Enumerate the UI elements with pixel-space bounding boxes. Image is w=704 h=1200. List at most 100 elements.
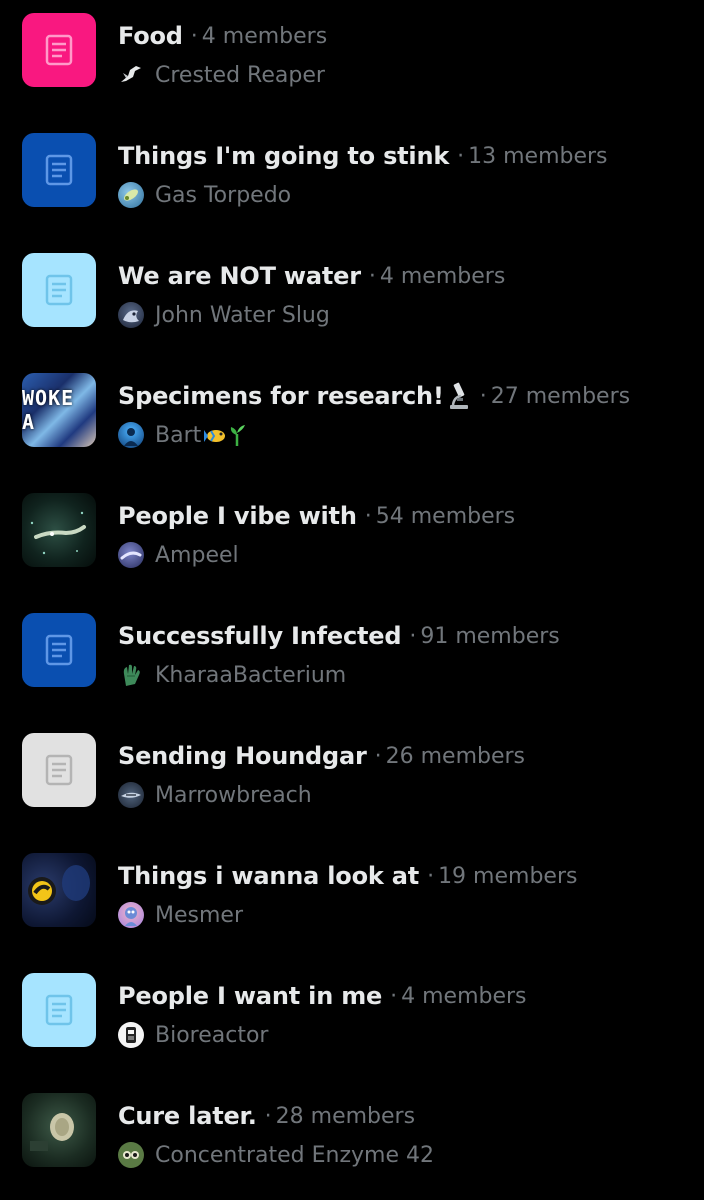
list-owner[interactable]: Crested Reaper xyxy=(118,58,325,92)
avatar xyxy=(118,1142,144,1168)
avatar xyxy=(118,182,144,208)
enzyme-image xyxy=(30,1113,74,1151)
separator-dot: · xyxy=(479,383,487,409)
member-count: 54 members xyxy=(375,503,516,529)
list-item-things-i-wanna-look-at[interactable]: Things i wanna look at · 19 members Mesm… xyxy=(0,840,704,960)
separator-dot: · xyxy=(457,143,465,169)
list-item-food[interactable]: Food · 4 members Crested Reaper xyxy=(0,0,704,120)
list-name: Food xyxy=(118,22,183,50)
list-thumbnail xyxy=(22,973,96,1047)
list-icon xyxy=(45,634,73,666)
list-thumbnail xyxy=(22,253,96,327)
list-item-we-are-not-water[interactable]: We are NOT water · 4 members John Water … xyxy=(0,240,704,360)
list-owner[interactable]: Gas Torpedo xyxy=(118,178,291,212)
list-owner[interactable]: Mesmer xyxy=(118,898,243,932)
member-count: 27 members xyxy=(490,383,631,409)
member-count: 4 members xyxy=(379,263,506,289)
list-item-specimens-for-research[interactable]: WOKE A Specimens for research! · 27 memb… xyxy=(0,360,704,480)
lists-list: Food · 4 members Crested Reaper Things I… xyxy=(0,0,704,1199)
list-icon xyxy=(45,34,73,66)
owner-name: Gas Torpedo xyxy=(155,182,292,208)
member-count: 4 members xyxy=(201,23,328,49)
owner-name: Bioreactor xyxy=(155,1022,269,1048)
member-count: 26 members xyxy=(385,743,526,769)
owner-name: John Water Slug xyxy=(155,302,330,328)
avatar xyxy=(118,542,144,568)
woke-thumbnail-text: WOKE A xyxy=(22,386,75,434)
list-title-line: Specimens for research! · 27 members xyxy=(118,378,630,414)
list-owner[interactable]: Concentrated Enzyme 42 xyxy=(118,1138,434,1172)
avatar xyxy=(118,422,144,448)
list-owner[interactable]: Marrowbreach xyxy=(118,778,312,812)
list-owner[interactable]: John Water Slug xyxy=(118,298,330,332)
list-item-successfully-infected[interactable]: Successfully Infected · 91 members Khara… xyxy=(0,600,704,720)
list-thumbnail xyxy=(22,493,96,567)
list-item-people-i-vibe-with[interactable]: People I vibe with · 54 members Ampeel xyxy=(0,480,704,600)
list-item-people-i-want-in-me[interactable]: People I want in me · 4 members Bioreact… xyxy=(0,960,704,1080)
list-title-line: Food · 4 members xyxy=(118,18,327,54)
list-thumbnail xyxy=(22,613,96,687)
list-thumbnail xyxy=(22,733,96,807)
avatar xyxy=(118,62,144,88)
list-title-line: Things I'm going to stink · 13 members xyxy=(118,138,608,174)
owner-name: Ampeel xyxy=(155,542,239,568)
list-thumbnail xyxy=(22,133,96,207)
list-icon xyxy=(45,154,73,186)
list-name: People I vibe with xyxy=(118,502,357,530)
list-item-things-going-to-stink[interactable]: Things I'm going to stink · 13 members G… xyxy=(0,120,704,240)
list-title-line: Successfully Infected · 91 members xyxy=(118,618,560,654)
creature-image xyxy=(28,865,90,905)
separator-dot: · xyxy=(374,743,382,769)
list-name: People I want in me xyxy=(118,982,383,1010)
list-thumbnail xyxy=(22,853,96,927)
list-name: Things I'm going to stink xyxy=(118,142,450,170)
list-item-sending-houndgar[interactable]: Sending Houndgar · 26 members Marrowbrea… xyxy=(0,720,704,840)
list-icon xyxy=(45,754,73,786)
separator-dot: · xyxy=(190,23,198,49)
avatar xyxy=(118,1022,144,1048)
list-name: Sending Houndgar xyxy=(118,742,367,770)
separator-dot: · xyxy=(427,863,435,889)
list-name: Specimens for research! xyxy=(118,382,444,410)
member-count: 28 members xyxy=(275,1103,416,1129)
list-owner[interactable]: Bart xyxy=(118,418,247,452)
separator-dot: · xyxy=(264,1103,272,1129)
avatar xyxy=(118,902,144,928)
separator-dot: · xyxy=(409,623,417,649)
avatar xyxy=(118,302,144,328)
list-owner[interactable]: Bioreactor xyxy=(118,1018,268,1052)
list-name: Things i wanna look at xyxy=(118,862,420,890)
list-owner[interactable]: Ampeel xyxy=(118,538,239,572)
list-title-line: People I vibe with · 54 members xyxy=(118,498,515,534)
list-thumbnail xyxy=(22,13,96,87)
member-count: 4 members xyxy=(401,983,527,1009)
list-title-line: Things i wanna look at · 19 members xyxy=(118,858,577,894)
list-name: Successfully Infected xyxy=(118,622,402,650)
list-title-line: People I want in me · 4 members xyxy=(118,978,527,1014)
owner-name: Bart xyxy=(155,422,202,448)
owner-name: Concentrated Enzyme 42 xyxy=(155,1142,434,1168)
fish-sprout-icon xyxy=(203,422,247,448)
list-icon xyxy=(45,994,73,1026)
owner-name: Mesmer xyxy=(155,902,243,928)
eel-image xyxy=(30,511,86,555)
list-title-line: We are NOT water · 4 members xyxy=(118,258,505,294)
list-title-line: Sending Houndgar · 26 members xyxy=(118,738,525,774)
owner-name: KharaaBacterium xyxy=(155,662,347,688)
microscope-icon xyxy=(446,381,472,411)
separator-dot: · xyxy=(364,503,372,529)
owner-name: Crested Reaper xyxy=(155,62,325,88)
avatar xyxy=(118,662,144,688)
list-name: Cure later. xyxy=(118,1102,257,1130)
separator-dot: · xyxy=(368,263,376,289)
list-title-line: Cure later. · 28 members xyxy=(118,1098,415,1134)
list-name: We are NOT water xyxy=(118,262,361,290)
member-count: 13 members xyxy=(468,143,608,169)
list-owner[interactable]: KharaaBacterium xyxy=(118,658,346,692)
member-count: 19 members xyxy=(438,863,578,889)
list-item-cure-later[interactable]: Cure later. · 28 members Concentrated En… xyxy=(0,1080,704,1200)
list-thumbnail xyxy=(22,1093,96,1167)
list-icon xyxy=(45,274,73,306)
avatar xyxy=(118,782,144,808)
list-thumbnail: WOKE A xyxy=(22,373,96,447)
